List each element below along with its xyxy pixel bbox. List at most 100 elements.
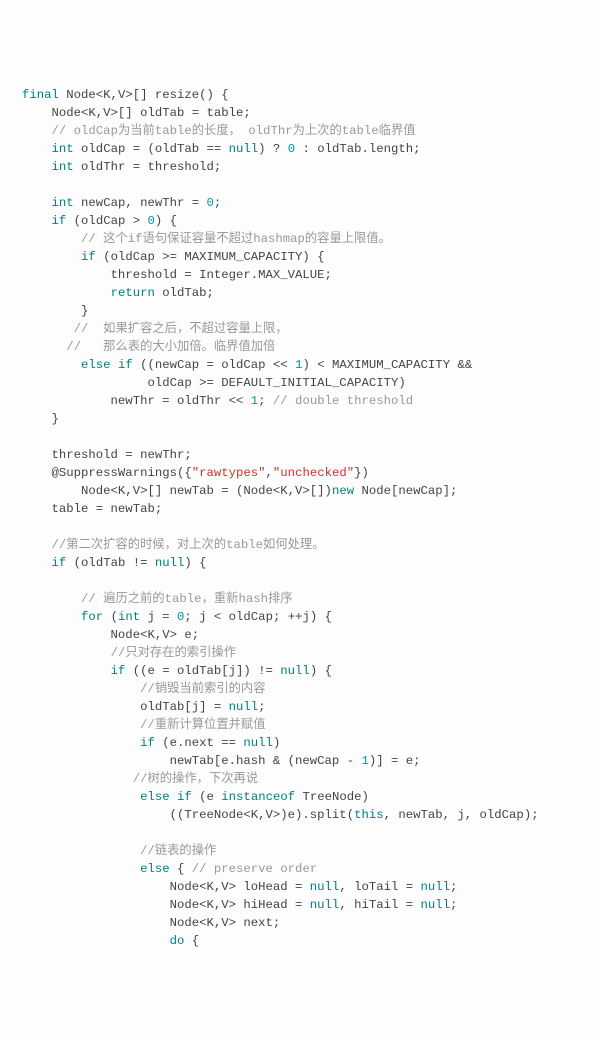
text-token: ((e = oldTab[j]) != <box>125 664 280 678</box>
keyword-token: new <box>332 484 354 498</box>
code-line: // 那么表的大小加倍。临界值加倍 <box>22 338 600 356</box>
comment-token: //销毁当前索引的内容 <box>140 682 265 696</box>
code-line: Node<K,V> hiHead = null, hiTail = null; <box>22 896 600 914</box>
text-token <box>22 934 170 948</box>
comment-token: //第二次扩容的时候，对上次的table如何处理。 <box>52 538 325 552</box>
text-token: ((TreeNode<K,V>)e).split( <box>22 808 354 822</box>
text-token <box>22 286 111 300</box>
null-token: null <box>310 880 340 894</box>
code-line: return oldTab; <box>22 284 600 302</box>
code-line: //树的操作，下次再说 <box>22 770 600 788</box>
text-token: , <box>266 466 273 480</box>
code-line: int oldCap = (oldTab == null) ? 0 : oldT… <box>22 140 600 158</box>
comment-token: //重新计算位置并赋值 <box>140 718 265 732</box>
code-line: threshold = newThr; <box>22 446 600 464</box>
text-token: } <box>22 412 59 426</box>
text-token <box>22 736 140 750</box>
text-token: threshold = Integer.MAX_VALUE; <box>22 268 332 282</box>
text-token: ) <box>273 736 280 750</box>
text-token <box>22 160 52 174</box>
code-line: //重新计算位置并赋值 <box>22 716 600 734</box>
text-token: (oldTab != <box>66 556 155 570</box>
keyword-token: else <box>140 790 170 804</box>
text-token: Node<K,V> e; <box>22 628 199 642</box>
keyword-token: if <box>52 214 67 228</box>
text-token: newCap, newThr = <box>74 196 207 210</box>
code-line: oldTab[j] = null; <box>22 698 600 716</box>
comment-token: // 这个if语句保证容量不超过hashmap的容量上限值。 <box>81 232 391 246</box>
null-token: null <box>421 898 451 912</box>
keyword-token: for <box>81 610 103 624</box>
code-line: for (int j = 0; j < oldCap; ++j) { <box>22 608 600 626</box>
text-token <box>22 538 52 552</box>
keyword-token: else <box>81 358 111 372</box>
text-token: Node<K,V> hiHead = <box>22 898 310 912</box>
text-token: ; <box>450 880 457 894</box>
text-token: oldCap = (oldTab == <box>74 142 229 156</box>
text-token: , loTail = <box>339 880 420 894</box>
text-token <box>22 610 81 624</box>
null-token: null <box>310 898 340 912</box>
text-token: { <box>170 862 192 876</box>
code-line <box>22 824 600 842</box>
text-token: ; <box>258 394 273 408</box>
code-line: newTab[e.hash & (newCap - 1)] = e; <box>22 752 600 770</box>
comment-token: // double threshold <box>273 394 413 408</box>
code-line: Node<K,V> e; <box>22 626 600 644</box>
code-line: else if ((newCap = oldCap << 1) < MAXIMU… <box>22 356 600 374</box>
keyword-token: do <box>170 934 185 948</box>
text-token: newThr = oldThr << <box>22 394 251 408</box>
text-token: ((newCap = oldCap << <box>133 358 295 372</box>
text-token <box>22 196 52 210</box>
code-line: table = newTab; <box>22 500 600 518</box>
comment-token: //树的操作，下次再说 <box>133 772 258 786</box>
code-line: else if (e instanceof TreeNode) <box>22 788 600 806</box>
text-token: newTab[e.hash & (newCap - <box>22 754 361 768</box>
keyword-token: if <box>81 250 96 264</box>
code-line <box>22 428 600 446</box>
text-token: )] = e; <box>369 754 421 768</box>
text-token: Node[newCap]; <box>354 484 457 498</box>
code-line: // oldCap为当前table的长度， oldThr为上次的table临界值 <box>22 122 600 140</box>
text-token <box>22 340 66 354</box>
text-token <box>22 142 52 156</box>
code-line: int newCap, newThr = 0; <box>22 194 600 212</box>
code-line: //链表的操作 <box>22 842 600 860</box>
text-token: table = newTab; <box>22 502 162 516</box>
keyword-token: if <box>111 664 126 678</box>
text-token: : oldTab.length; <box>295 142 420 156</box>
text-token <box>22 862 140 876</box>
null-token: null <box>229 142 259 156</box>
code-line: // 这个if语句保证容量不超过hashmap的容量上限值。 <box>22 230 600 248</box>
code-line: do { <box>22 932 600 950</box>
text-token: oldTab; <box>155 286 214 300</box>
text-token <box>22 664 111 678</box>
text-token: (e <box>192 790 222 804</box>
code-line: //销毁当前索引的内容 <box>22 680 600 698</box>
text-token: ; j < oldCap; ++j) { <box>184 610 332 624</box>
text-token: Node<K,V> loHead = <box>22 880 310 894</box>
text-token: ) { <box>155 214 177 228</box>
keyword-token: if <box>118 358 133 372</box>
code-line: } <box>22 410 600 428</box>
number-token: 0 <box>147 214 154 228</box>
keyword-token: final <box>22 88 59 102</box>
keyword-token: else <box>140 862 170 876</box>
text-token <box>22 646 111 660</box>
comment-token: //链表的操作 <box>140 844 216 858</box>
text-token: ; <box>258 700 265 714</box>
code-line: oldCap >= DEFAULT_INITIAL_CAPACITY) <box>22 374 600 392</box>
comment-token: // 那么表的大小加倍。临界值加倍 <box>66 340 275 354</box>
text-token <box>22 772 133 786</box>
code-line: @SuppressWarnings({"rawtypes","unchecked… <box>22 464 600 482</box>
text-token: ) ? <box>258 142 288 156</box>
text-token <box>22 124 52 138</box>
code-line: // 遍历之前的table，重新hash排序 <box>22 590 600 608</box>
comment-token: // 遍历之前的table，重新hash排序 <box>81 592 293 606</box>
code-line: ((TreeNode<K,V>)e).split(this, newTab, j… <box>22 806 600 824</box>
keyword-token: if <box>177 790 192 804</box>
text-token <box>22 358 81 372</box>
text-token: Node<K,V>[] newTab = (Node<K,V>[]) <box>22 484 332 498</box>
code-line: Node<K,V> loHead = null, loTail = null; <box>22 878 600 896</box>
code-line <box>22 518 600 536</box>
